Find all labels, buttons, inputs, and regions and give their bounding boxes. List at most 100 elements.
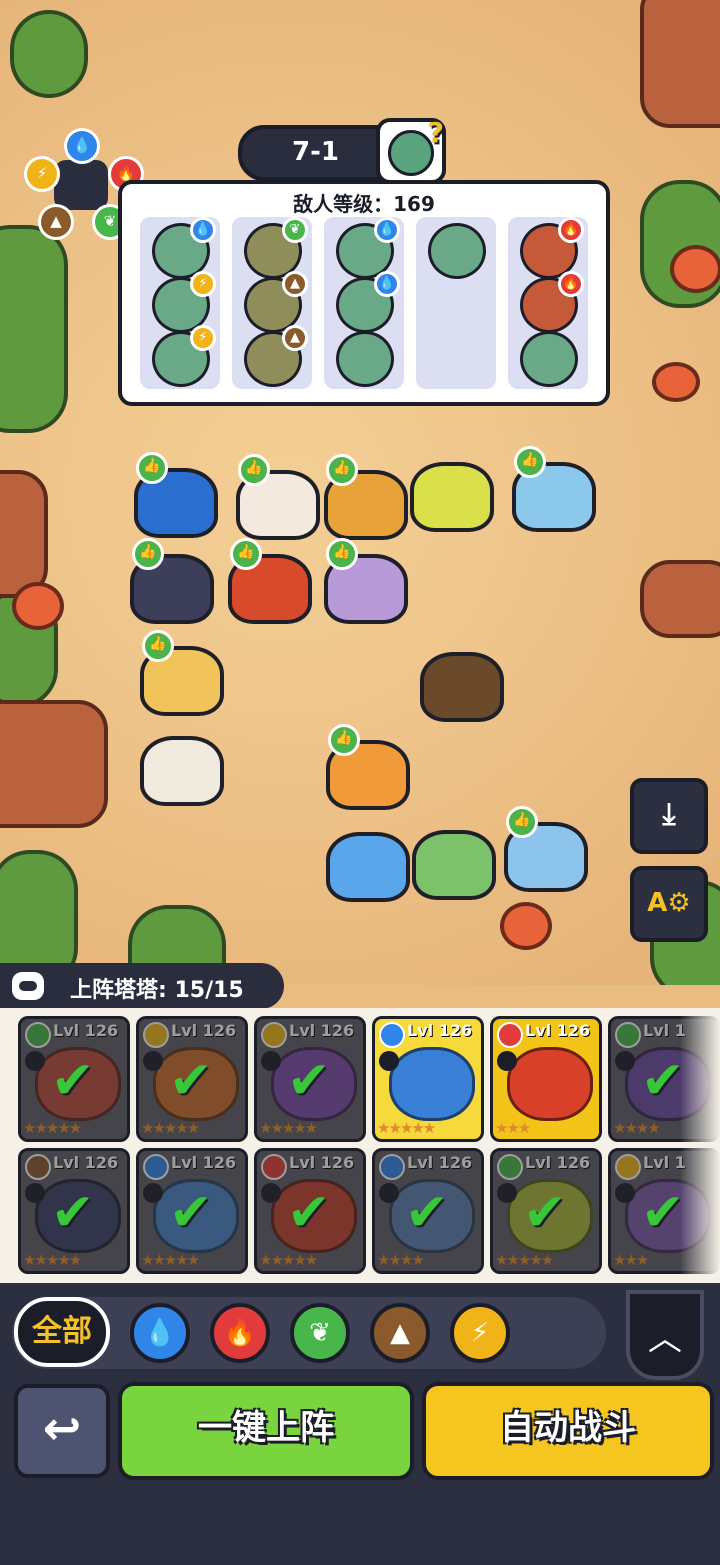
pet-blue-ghost[interactable] xyxy=(326,832,410,902)
auto-settings-icon: A⚙ xyxy=(647,888,691,918)
chevron-up-icon: ︿ xyxy=(648,1319,682,1359)
earth-element-icon: ▲ xyxy=(282,325,308,351)
lightning-element-icon: ⚡ xyxy=(24,156,60,192)
team-count: 上阵塔塔: 15/15 xyxy=(70,978,244,1003)
checkmark-icon: ✔ xyxy=(405,1183,449,1243)
fire-element-icon xyxy=(497,1022,523,1048)
lightning-element-icon: ⚡ xyxy=(190,271,216,297)
checkmark-icon: ✔ xyxy=(169,1183,213,1243)
thumbs-up-icon: 👍 xyxy=(230,538,262,570)
roster-card[interactable]: Lvl 126 ★★★★★ ✔ xyxy=(254,1016,366,1142)
roster-card[interactable]: Lvl 126 ★★★★★ xyxy=(372,1016,484,1142)
auto-battle-label: 自动战斗 xyxy=(500,1408,636,1448)
wheel-hub xyxy=(54,160,108,210)
flower-decoration xyxy=(12,582,64,630)
thumbs-up-icon: 👍 xyxy=(328,724,360,756)
checkmark-icon: ✔ xyxy=(287,1051,331,1111)
water-element-icon: 💧 xyxy=(190,217,216,243)
enemy-column: 💧 ⚡ ⚡ xyxy=(140,217,220,389)
leaf-element-icon: ❦ xyxy=(282,217,308,243)
cactus-decoration xyxy=(10,10,88,98)
filter-lightning-button[interactable]: ⚡ xyxy=(450,1303,510,1363)
water-element-icon: 💧 xyxy=(374,271,400,297)
checkmark-icon: ✔ xyxy=(287,1183,331,1243)
pet-portrait xyxy=(507,1047,593,1121)
download-button[interactable]: ⤓ xyxy=(630,778,708,854)
fire-element-icon: 🔥 xyxy=(558,217,584,243)
checkmark-icon: ✔ xyxy=(51,1051,95,1111)
roster-card[interactable]: Lvl 126 ★★★★★ ✔ xyxy=(254,1148,366,1274)
roster-card[interactable]: Lvl 126 ★★★★★ ✔ xyxy=(136,1148,248,1274)
checkmark-icon: ✔ xyxy=(169,1051,213,1111)
thumbs-up-icon: 👍 xyxy=(506,806,538,838)
filter-fire-button[interactable]: 🔥 xyxy=(210,1303,270,1363)
enemy-column xyxy=(416,217,496,389)
thumbs-up-icon: 👍 xyxy=(326,454,358,486)
team-header: 上阵塔塔: 15/15 xyxy=(0,963,284,1009)
checkmark-icon: ✔ xyxy=(523,1183,567,1243)
collapse-button[interactable]: ︿ xyxy=(626,1290,704,1380)
flower-decoration xyxy=(652,362,700,402)
thumbs-up-icon: 👍 xyxy=(132,538,164,570)
pet-portrait xyxy=(389,1047,475,1121)
class-icon xyxy=(379,1051,399,1071)
card-level: Lvl 126 xyxy=(525,1021,591,1040)
roster-card[interactable]: Lvl 126 ★★★★★ ✔ xyxy=(18,1016,130,1142)
enemy-zombie-icon[interactable] xyxy=(520,331,578,387)
water-element-icon: 💧 xyxy=(64,128,100,164)
pet-pear-twins[interactable] xyxy=(410,462,494,532)
rock-decoration xyxy=(0,700,108,828)
robot-cat-icon xyxy=(12,972,44,1000)
roster-card[interactable]: Lvl 126 ★★★ xyxy=(490,1016,602,1142)
thumbs-up-icon: 👍 xyxy=(238,454,270,486)
enemy-column: 💧 💧 xyxy=(324,217,404,389)
thumbs-up-icon: 👍 xyxy=(326,538,358,570)
filter-leaf-button[interactable]: ❦ xyxy=(290,1303,350,1363)
enemy-level: 敌人等级：169 xyxy=(293,192,435,216)
pet-caged-pet[interactable] xyxy=(420,652,504,722)
scroll-fade xyxy=(680,1008,720,1283)
card-stars: ★★★★★ xyxy=(377,1119,436,1137)
thumbs-up-icon: 👍 xyxy=(514,446,546,478)
auto-settings-button[interactable]: A⚙ xyxy=(630,866,708,942)
auto-battle-button[interactable]: 自动战斗 xyxy=(422,1382,714,1480)
checkmark-icon: ✔ xyxy=(51,1183,95,1243)
question-icon: ? xyxy=(427,116,444,149)
enemy-column: 🔥 🔥 xyxy=(508,217,588,389)
rock-decoration xyxy=(0,470,48,598)
roster-card[interactable]: Lvl 126 ★★★★★ ✔ xyxy=(18,1148,130,1274)
pet-sprout-bird[interactable] xyxy=(140,736,224,806)
rock-decoration xyxy=(640,560,720,638)
earth-element-icon: ▲ xyxy=(38,204,74,240)
class-icon xyxy=(497,1051,517,1071)
pet-flower-frog[interactable] xyxy=(412,830,496,900)
filter-all-button[interactable]: 全部 xyxy=(14,1297,110,1367)
download-icon: ⤓ xyxy=(662,797,676,832)
roster-card[interactable]: Lvl 126 ★★★★★ ✔ xyxy=(136,1016,248,1142)
filter-water-button[interactable]: 💧 xyxy=(130,1303,190,1363)
enemy-zombie-icon[interactable] xyxy=(428,223,486,279)
back-button[interactable]: ↩ xyxy=(14,1384,110,1478)
water-element-icon: 💧 xyxy=(374,217,400,243)
enemy-panel: 敌人等级：169 💧 ⚡ ⚡ ❦ ▲ ▲ 💧 💧 🔥 🔥 xyxy=(118,180,610,406)
checkmark-icon: ✔ xyxy=(641,1051,685,1111)
flower-decoration xyxy=(500,902,552,950)
enemy-column: ❦ ▲ ▲ xyxy=(232,217,312,389)
boss-info-button[interactable]: ? xyxy=(376,116,446,184)
filter-earth-button[interactable]: ▲ xyxy=(370,1303,430,1363)
checkmark-icon: ✔ xyxy=(641,1183,685,1243)
water-element-icon xyxy=(379,1022,405,1048)
thumbs-up-icon: 👍 xyxy=(136,452,168,484)
rock-decoration xyxy=(640,0,720,128)
lightning-element-icon: ⚡ xyxy=(190,325,216,351)
enemy-zombie-icon[interactable] xyxy=(336,331,394,387)
flower-decoration xyxy=(670,245,720,293)
thumbs-up-icon: 👍 xyxy=(142,630,174,662)
roster-card[interactable]: Lvl 126 ★★★★ ✔ xyxy=(372,1148,484,1274)
roster-grid: Lvl 126 ★★★★★ ✔ Lvl 126 ★★★★★ ✔ Lvl 126 ★★★★★ ✔ L… xyxy=(0,1008,720,1283)
deploy-label: 一键上阵 xyxy=(198,1408,334,1448)
earth-element-icon: ▲ xyxy=(282,271,308,297)
card-level: Lvl 126 xyxy=(407,1021,473,1040)
one-click-deploy-button[interactable]: 一键上阵 xyxy=(118,1382,414,1480)
roster-card[interactable]: Lvl 126 ★★★★★ ✔ xyxy=(490,1148,602,1274)
